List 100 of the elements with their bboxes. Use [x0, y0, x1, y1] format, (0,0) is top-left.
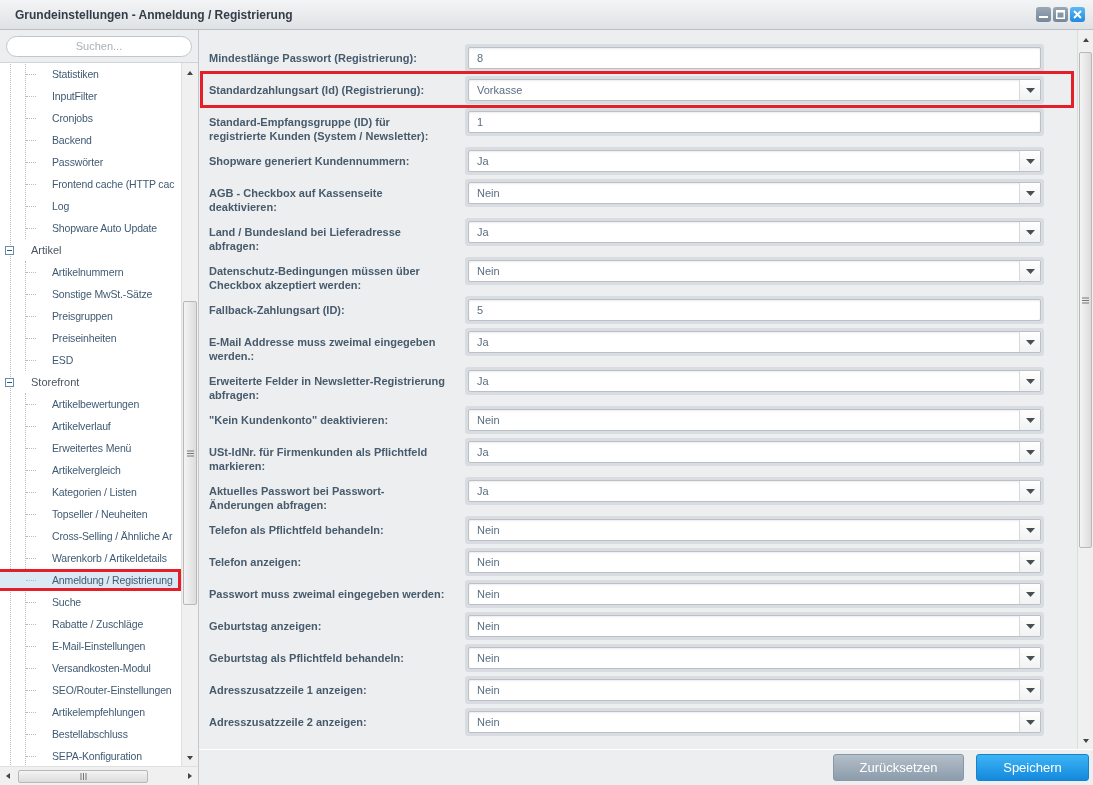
caret-icon	[1025, 158, 1035, 164]
field-label: Shopware generiert Kundennummern:	[209, 154, 411, 168]
field-label: "Kein Kundenkonto" deaktivieren:	[209, 413, 390, 427]
tree-item[interactable]: Preisgruppen	[26, 305, 181, 327]
scroll-up-icon[interactable]	[186, 69, 194, 77]
grip-icon[interactable]	[1082, 296, 1089, 304]
caret-icon	[1025, 591, 1035, 597]
dropdown-field[interactable]: Nein	[468, 551, 1041, 573]
field-label: Fallback-Zahlungsart (ID):	[209, 303, 346, 317]
search-field[interactable]: Suchen...	[6, 35, 192, 57]
tree-item[interactable]: InputFilter	[26, 85, 181, 107]
tree-item[interactable]: Kategorien / Listen	[26, 481, 181, 503]
field-label: Erweiterte Felder in Newsletter-Registrierung abfragen:	[209, 374, 446, 402]
tree-item[interactable]: Artikelnummern	[26, 261, 181, 283]
tree-item[interactable]: Rabatte / Zuschläge	[26, 613, 181, 635]
tree-group-label[interactable]: Artikel	[31, 244, 62, 256]
tree-item[interactable]: Versandkosten-Modul	[26, 657, 181, 679]
dropdown-field[interactable]: Ja	[468, 441, 1041, 463]
tree-group-label[interactable]: Storefront	[31, 376, 80, 388]
field-label: Mindestlänge Passwort (Registrierung):	[209, 51, 418, 65]
caret-icon	[1025, 190, 1035, 196]
dropdown-field[interactable]: Nein	[468, 182, 1041, 204]
window-title: Grundeinstellungen - Anmeldung / Registrierung	[15, 7, 294, 22]
field-label: Telefon als Pflichtfeld behandeln:	[209, 523, 385, 537]
caret-icon	[1025, 378, 1035, 384]
caret-icon	[1025, 687, 1035, 693]
input-field[interactable]: 1	[468, 111, 1041, 133]
tree-item[interactable]: Artikelvergleich	[26, 459, 181, 481]
field-label: Adresszusatzzeile 1 anzeigen:	[209, 683, 368, 697]
caret-icon	[1025, 623, 1035, 629]
tree-item[interactable]: Preiseinheiten	[26, 327, 181, 349]
scroll-down-icon[interactable]	[186, 754, 194, 762]
dropdown-field[interactable]: Ja	[468, 150, 1041, 172]
tree-item[interactable]: Warenkorb / Artikeldetails	[26, 547, 181, 569]
tree-item[interactable]: Sonstige MwSt.-Sätze	[26, 283, 181, 305]
scrollbar[interactable]	[181, 63, 198, 766]
tree-item[interactable]: Bestellabschluss	[26, 723, 181, 745]
scroll-left-icon[interactable]	[4, 772, 12, 780]
dropdown-field[interactable]: Ja	[468, 370, 1041, 392]
caret-icon	[1025, 87, 1035, 93]
dropdown-field[interactable]: Nein	[468, 615, 1041, 637]
input-field[interactable]: 8	[468, 47, 1041, 69]
dropdown-field[interactable]: Nein	[468, 711, 1041, 733]
dropdown-field[interactable]: Nein	[468, 679, 1041, 701]
tree-item[interactable]: Anmeldung / Registrierung	[0, 569, 181, 591]
field-label: Geburtstag als Pflichtfeld behandeln:	[209, 651, 405, 665]
scroll-up-icon[interactable]	[1081, 36, 1090, 44]
collapse-icon[interactable]	[5, 377, 14, 387]
grip-icon[interactable]	[79, 772, 87, 780]
tree-item[interactable]: Artikelbewertungen	[26, 393, 181, 415]
tree-item[interactable]: Shopware Auto Update	[26, 217, 181, 239]
tree-item[interactable]: Log	[26, 195, 181, 217]
field-label: Telefon anzeigen:	[209, 555, 303, 569]
dropdown-field[interactable]: Ja	[468, 480, 1041, 502]
tree-item[interactable]: Frontend cache (HTTP cac	[26, 173, 181, 195]
dropdown-field[interactable]: Nein	[468, 519, 1041, 541]
dropdown-field[interactable]: Ja	[468, 221, 1041, 243]
field-label: Aktuelles Passwort bei Passwort-Änderungen abfragen:	[209, 484, 386, 512]
collapse-icon[interactable]	[5, 245, 14, 255]
field-label: Standard-Empfangsgruppe (ID) für registrierte Kunden (System / Newsletter):	[209, 115, 430, 143]
tree-item[interactable]: Erweitertes Menü	[26, 437, 181, 459]
field-label: AGB - Checkbox auf Kassenseite deaktivieren:	[209, 186, 384, 214]
tree-item[interactable]: Cronjobs	[26, 107, 181, 129]
tree-item[interactable]: Topseller / Neuheiten	[26, 503, 181, 525]
tree-item[interactable]: Cross-Selling / Ähnliche Ar	[26, 525, 181, 547]
caret-icon	[1025, 268, 1035, 274]
dropdown-field[interactable]: Nein	[468, 260, 1041, 282]
tree-item[interactable]: SEO/Router-Einstellungen	[26, 679, 181, 701]
scroll-right-icon[interactable]	[186, 772, 194, 780]
caret-icon	[1025, 229, 1035, 235]
tree-item[interactable]: Backend	[26, 129, 181, 151]
caret-icon	[1025, 719, 1035, 725]
dropdown-field[interactable]: Nein	[468, 647, 1041, 669]
caret-icon	[1025, 527, 1035, 533]
scrollbar[interactable]	[0, 766, 198, 785]
dropdown-field[interactable]: Ja	[468, 331, 1041, 353]
tree-item[interactable]: Statistiken	[26, 63, 181, 85]
tree-item[interactable]: Suche	[26, 591, 181, 613]
tree-item[interactable]: SEPA-Konfiguration	[26, 745, 181, 766]
dropdown-field[interactable]: Nein	[468, 409, 1041, 431]
field-label: Datenschutz-Bedingungen müssen über Checkbox akzeptiert werden:	[209, 264, 421, 292]
grip-icon[interactable]	[186, 449, 194, 457]
tree-item[interactable]: ESD	[26, 349, 181, 371]
field-label: USt-IdNr. für Firmenkunden als Pflichtfeld markieren:	[209, 445, 429, 473]
tree-item[interactable]: Artikelempfehlungen	[26, 701, 181, 723]
field-label: Geburtstag anzeigen:	[209, 619, 323, 633]
tree-item[interactable]: Passwörter	[26, 151, 181, 173]
scroll-down-icon[interactable]	[1081, 737, 1090, 745]
scrollbar[interactable]	[1077, 30, 1093, 749]
caret-icon	[1025, 417, 1035, 423]
tree-item[interactable]: Artikelverlauf	[26, 415, 181, 437]
field-label: Passwort muss zweimal eingegeben werden:	[209, 587, 446, 601]
field-label: Adresszusatzzeile 2 anzeigen:	[209, 715, 368, 729]
dropdown-field[interactable]: Nein	[468, 583, 1041, 605]
field-label: E-Mail Addresse muss zweimal eingegeben werden.:	[209, 335, 437, 363]
caret-icon	[1025, 488, 1035, 494]
caret-icon	[1025, 339, 1035, 345]
dropdown-field[interactable]: Vorkasse	[468, 79, 1041, 101]
input-field[interactable]: 5	[468, 299, 1041, 321]
tree-item[interactable]: E-Mail-Einstellungen	[26, 635, 181, 657]
